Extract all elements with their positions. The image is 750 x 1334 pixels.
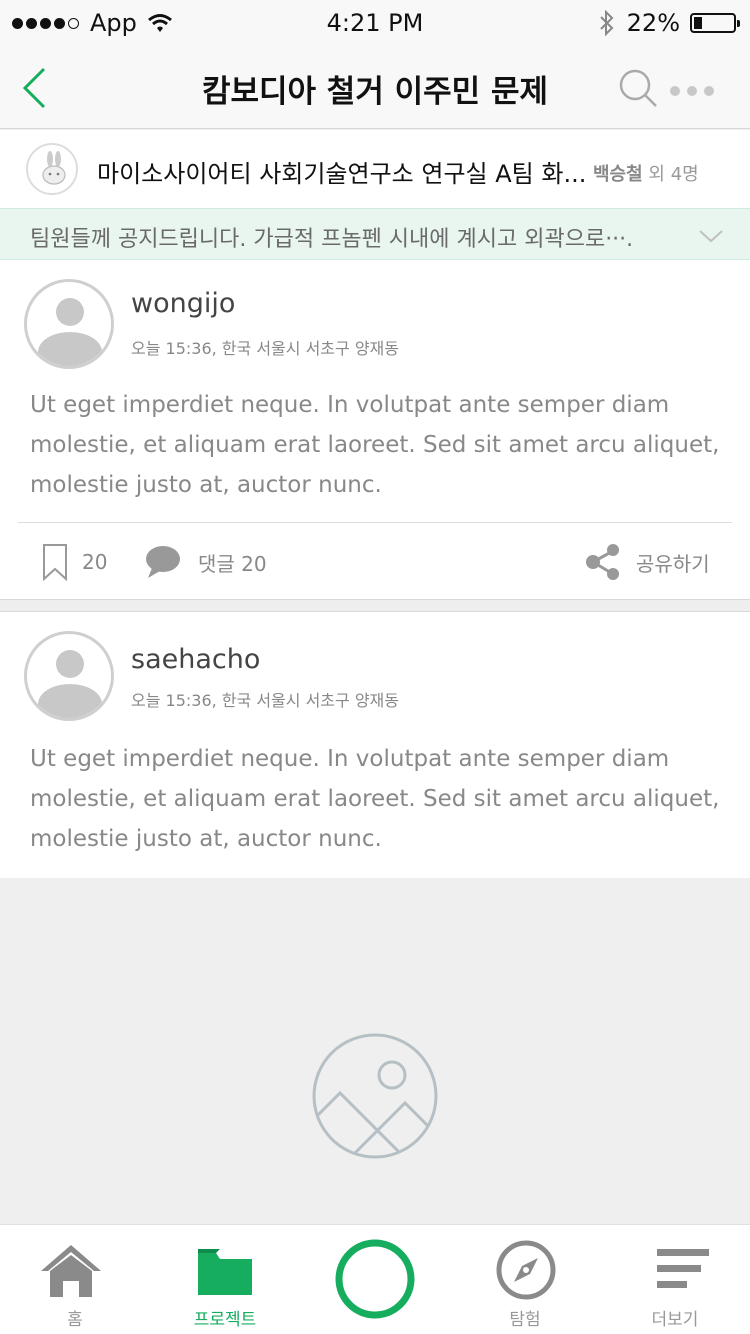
create-circle-icon — [335, 1239, 415, 1319]
group-others: 외 4명 — [648, 164, 699, 185]
notice-bar[interactable]: 팀원들께 공지드립니다. 가급적 프놈펜 시내에 계시고 외곽으로···. — [0, 208, 750, 260]
comment-count: 댓글 20 — [198, 551, 267, 576]
post-card: saehacho 오늘 15:36, 한국 서울시 서초구 양재동 Ut ege… — [0, 612, 750, 878]
group-header[interactable]: 마이소사이어티 사회기술연구소 연구실 A팀 화... 백승철 외 4명 — [0, 130, 750, 208]
tab-more[interactable]: 더보기 — [600, 1225, 750, 1334]
battery-percent: 22% — [626, 9, 680, 37]
share-label: 공유하기 — [636, 551, 710, 576]
search-icon[interactable] — [618, 68, 658, 108]
tab-label: 프로젝트 — [193, 1310, 257, 1330]
status-right: 22% — [599, 9, 740, 37]
bluetooth-icon — [599, 10, 614, 36]
tab-label: 더보기 — [651, 1310, 699, 1330]
rabbit-icon — [42, 151, 66, 185]
tab-label: 탐험 — [509, 1310, 541, 1330]
avatar[interactable] — [24, 631, 114, 721]
tab-project[interactable]: 프로젝트 — [150, 1225, 300, 1334]
image-placeholder-icon — [312, 1033, 438, 1159]
post-actions: 20 댓글 20 공유하기 — [18, 522, 732, 599]
post-meta: 오늘 15:36, 한국 서울시 서초구 양재동 — [131, 691, 399, 710]
share-icon — [586, 544, 619, 580]
share-button[interactable]: 공유하기 — [584, 543, 710, 581]
tab-explore[interactable]: 탐험 — [450, 1225, 600, 1334]
more-dots-icon[interactable] — [670, 86, 721, 96]
comment-icon — [146, 546, 180, 578]
post-author[interactable]: wongijo — [131, 288, 235, 319]
group-name: 마이소사이어티 사회기술연구소 연구실 A팀 화... — [97, 160, 587, 188]
tab-label: 홈 — [67, 1310, 83, 1330]
chevron-down-icon[interactable] — [698, 223, 724, 249]
post-divider — [0, 599, 750, 612]
post-meta: 오늘 15:36, 한국 서울시 서초구 양재동 — [131, 339, 399, 358]
group-members: 백승철 외 4명 — [593, 160, 699, 186]
bookmark-icon — [43, 544, 67, 581]
battery-icon — [690, 13, 740, 33]
tab-bar: 홈 프로젝트 탐험 더보기 — [0, 1224, 750, 1334]
group-leader: 백승철 — [593, 164, 643, 185]
status-bar: App 4:21 PM 22% — [0, 0, 750, 46]
image-area — [0, 878, 750, 1224]
compass-icon — [496, 1240, 556, 1300]
group-avatar — [26, 143, 78, 195]
nav-bar: 캄보디아 철거 이주민 문제 — [0, 46, 750, 129]
menu-icon — [657, 1249, 709, 1288]
folder-icon — [198, 1249, 252, 1295]
bookmark-count: 20 — [82, 550, 108, 574]
post-author[interactable]: saehacho — [131, 644, 260, 675]
post-body: Ut eget imperdiet neque. In volutpat ant… — [30, 392, 720, 498]
post-body: Ut eget imperdiet neque. In volutpat ant… — [30, 746, 720, 852]
notice-text: 팀원들께 공지드립니다. 가급적 프놈펜 시내에 계시고 외곽으로···. — [30, 227, 634, 252]
tab-create[interactable] — [300, 1225, 450, 1334]
avatar[interactable] — [24, 279, 114, 369]
post-card: wongijo 오늘 15:36, 한국 서울시 서초구 양재동 Ut eget… — [0, 260, 750, 599]
comment-button[interactable]: 댓글 20 — [144, 545, 267, 579]
bookmark-button[interactable]: 20 — [42, 543, 107, 581]
tab-home[interactable]: 홈 — [0, 1225, 150, 1334]
home-icon — [41, 1245, 101, 1297]
